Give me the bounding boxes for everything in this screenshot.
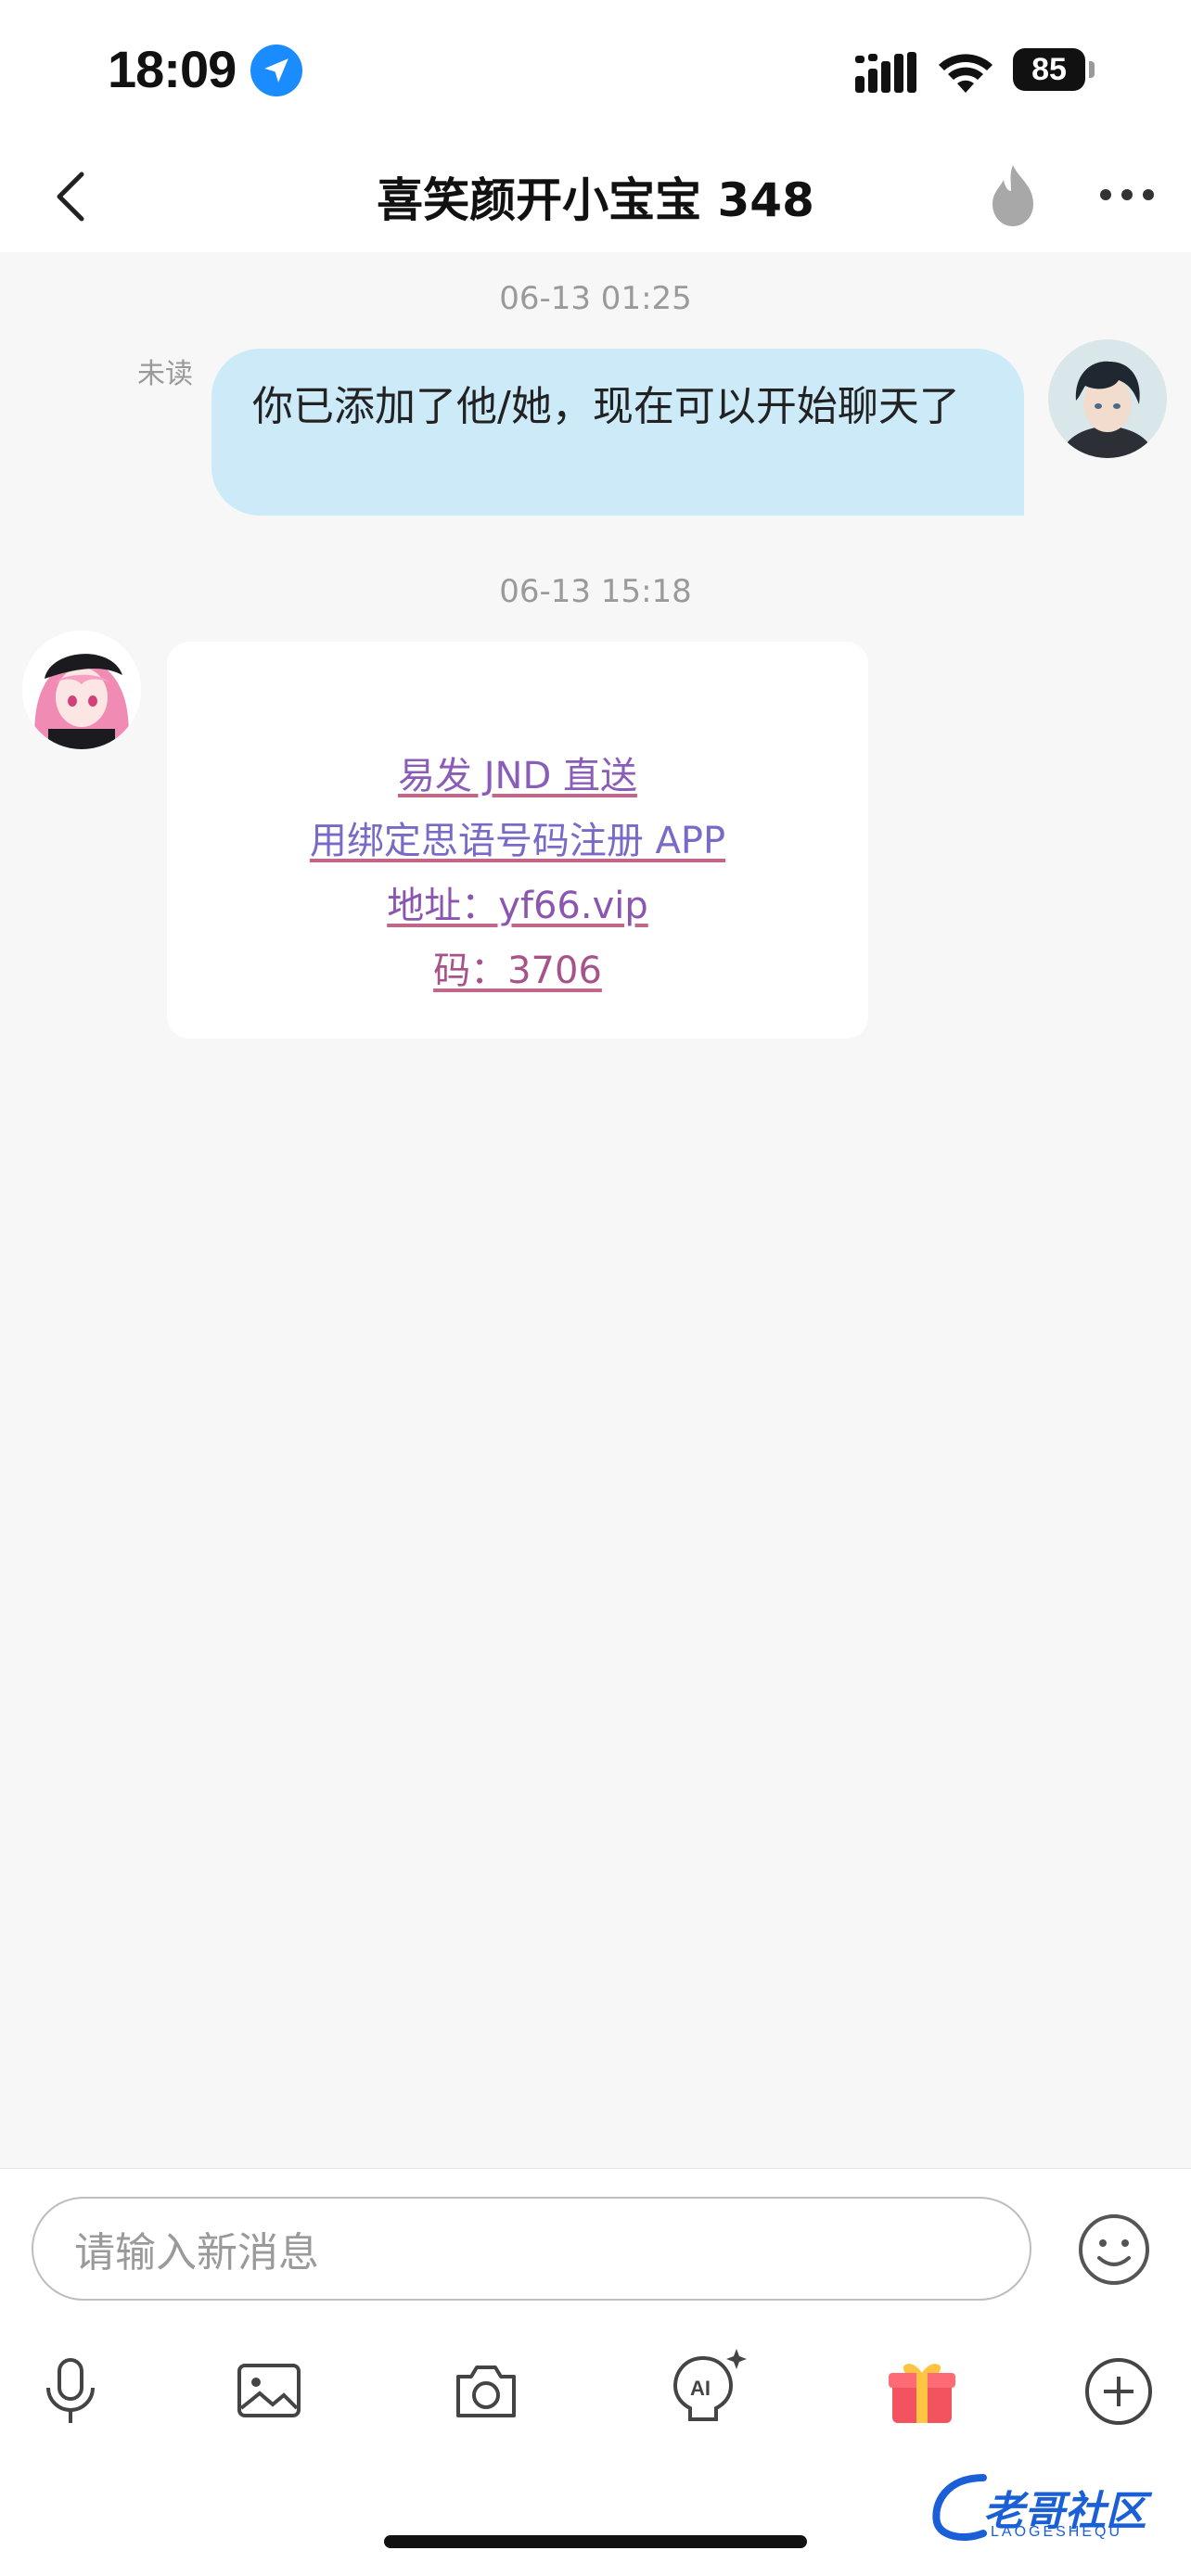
watermark-subtext: LAOGESHEQU: [991, 2524, 1123, 2540]
gift-icon[interactable]: [885, 2354, 959, 2429]
battery-indicator: 85: [1013, 48, 1085, 91]
ai-assistant-icon[interactable]: AI: [666, 2345, 755, 2429]
status-time: 18:09: [108, 40, 237, 98]
cellular-signal-icon: [855, 52, 916, 93]
wifi-icon: [939, 54, 992, 93]
more-options-icon[interactable]: [1095, 176, 1159, 213]
message-timestamp: 06-13 15:18: [499, 573, 692, 610]
battery-tip: [1089, 61, 1095, 78]
svg-text:AI: AI: [690, 2377, 711, 2400]
status-bar: 18:09 85: [0, 0, 1191, 139]
nav-bar: 喜笑颜开小宝宝 348: [0, 139, 1191, 252]
card-line[interactable]: 地址：yf66.vip: [387, 874, 648, 938]
microphone-icon[interactable]: [33, 2354, 108, 2429]
emoji-icon[interactable]: [1076, 2212, 1152, 2288]
fire-icon[interactable]: [985, 161, 1041, 228]
incoming-card-message[interactable]: 易发 JND 直送 用绑定思语号码注册 APP 地址：yf66.vip 码：37…: [167, 642, 868, 1039]
home-indicator[interactable]: [384, 2535, 807, 2548]
camera-icon[interactable]: [449, 2354, 523, 2429]
my-avatar[interactable]: [1048, 339, 1167, 458]
message-timestamp: 06-13 01:25: [499, 280, 692, 317]
unread-label: 未读: [137, 358, 193, 390]
card-line[interactable]: 易发 JND 直送: [398, 744, 637, 809]
image-icon[interactable]: [232, 2354, 306, 2429]
message-input[interactable]: 请输入新消息: [32, 2197, 1031, 2301]
plus-icon[interactable]: [1082, 2354, 1156, 2429]
contact-avatar[interactable]: [22, 631, 141, 749]
battery-level: 85: [1031, 51, 1067, 87]
card-line[interactable]: 码：3706: [433, 938, 602, 1003]
outgoing-message-bubble[interactable]: 你已添加了他/她，现在可以开始聊天了: [211, 349, 1024, 516]
card-line[interactable]: 用绑定思语号码注册 APP: [310, 809, 725, 874]
location-arrow-icon: [250, 45, 302, 96]
